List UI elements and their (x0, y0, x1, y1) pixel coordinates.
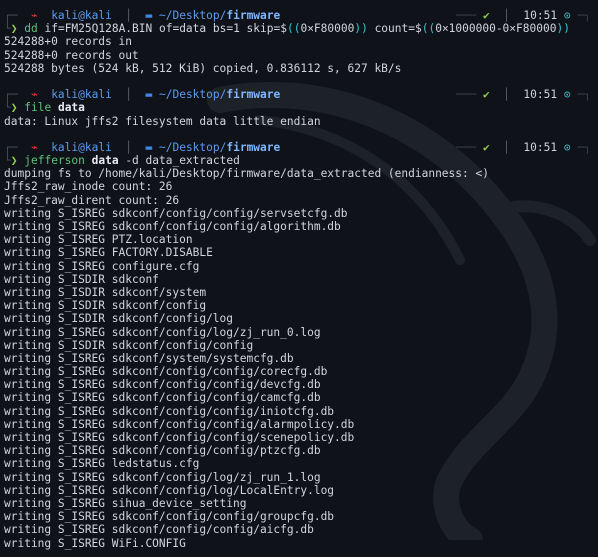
output-line: data: Linux jffs2 filesystem data little… (4, 114, 321, 128)
command-arg: 0×1000000-0×F80000 (435, 22, 557, 36)
prompt-path-current: firmware (226, 9, 281, 22)
status-check-icon: ✔ (482, 140, 490, 154)
command-arg: data (57, 101, 85, 115)
output-line: writing S_ISREG sdkconf/config/log/zj_ru… (4, 470, 321, 484)
terminal-output: ┌─ ⌁ kali@kali │ ▬ ~/Desktop/firmware ───… (4, 9, 598, 550)
prompt-time: 10:51 (523, 9, 558, 22)
prompt-fill: ─── (456, 9, 483, 22)
output-line: writing S_ISREG sdkconf/config/config/ca… (4, 391, 321, 405)
prompt-user: kali@kali (51, 140, 112, 154)
output-line: writing S_ISREG WiFi.CONFIG (4, 536, 186, 550)
kali-logo-icon: ⌁ (30, 9, 38, 22)
command-arg: )) (556, 22, 570, 36)
prompt-arrow-icon: ❯ (10, 154, 18, 168)
prompt-corner: ┌─ (4, 9, 31, 22)
output-line: writing S_ISREG sdkconf/config/config/co… (4, 365, 328, 379)
prompt-time: 10:51 (523, 140, 558, 154)
command-name: dd (24, 22, 38, 36)
output-line: writing S_ISREG sdkconf/config/config/de… (4, 378, 321, 392)
prompt-path-prefix: ~/Desktop/ (159, 140, 227, 154)
output-line: Jffs2_raw_inode count: 26 (4, 180, 173, 194)
output-line: writing S_ISREG PTZ.location (4, 233, 193, 247)
command-arg: (( (286, 22, 301, 36)
output-line: writing S_ISREG sdkconf/config/config/sc… (4, 431, 355, 444)
command-name: jefferson (24, 154, 85, 168)
command-arg: count=$ (367, 22, 422, 36)
output-line: 524288+0 records out (4, 48, 139, 62)
output-line: writing S_ISDIR sdkconf/config/config (4, 338, 254, 352)
prompt-bar: ┌─ ⌁ kali@kali │ ▬ ~/Desktop/firmware ───… (4, 141, 598, 154)
output-line: writing S_ISREG sdkconf/system/systemcfg… (4, 351, 294, 365)
command-line: └❯ jefferson data -d data_extracted (4, 154, 240, 168)
output-line: writing S_ISDIR sdkconf/system (4, 285, 207, 299)
command-arg: if= (37, 22, 65, 36)
command-arg (85, 154, 92, 167)
status-check-icon: ✔ (482, 9, 490, 22)
output-line: writing S_ISREG sdkconf/config/config/in… (4, 404, 335, 418)
output-line: writing S_ISREG sdkconf/config/log/zj_ru… (4, 325, 321, 339)
prompt-fill: ─── (456, 140, 483, 154)
prompt-bar: ┌─ ⌁ kali@kali │ ▬ ~/Desktop/firmware ───… (4, 88, 598, 101)
status-check-icon: ✔ (482, 88, 490, 102)
prompt-user: kali@kali (51, 88, 112, 102)
prompt-separator: │ (111, 140, 146, 154)
prompt-status: ─── ✔ │ 10:51 ⊙ ─┐ (456, 88, 591, 102)
output-line: writing S_ISDIR sdkconf/config/log (4, 312, 234, 326)
command-arg: data (91, 154, 119, 168)
prompt-separator: │ (111, 88, 146, 102)
prompt-separator: │ (111, 9, 146, 22)
output-line: writing S_ISREG sdkconf/config/config/se… (4, 206, 348, 220)
clock-icon: ⊙ (563, 140, 571, 154)
command-arg: 0×F80000 (300, 22, 355, 36)
output-line: 524288 bytes (524 kB, 512 KiB) copied, 0… (4, 61, 402, 75)
prompt-fill: ─── (456, 88, 483, 102)
command-arg: FM25Q128A.BIN (64, 22, 153, 36)
prompt-path-current: firmware (226, 140, 281, 154)
output-line: writing S_ISDIR sdkconf (4, 272, 159, 286)
prompt-corner: ┌─ (4, 140, 31, 154)
command-line: └❯ dd if=FM25Q128A.BIN of=data bs=1 skip… (4, 22, 570, 36)
output-line: writing S_ISREG ledstatus.cfg (4, 457, 200, 471)
output-line: writing S_ISREG sdkconf/config/config/ai… (4, 523, 314, 537)
command-arg: (( (421, 22, 436, 36)
prompt-arrow-icon: ❯ (10, 101, 18, 115)
command-name: file (24, 101, 52, 115)
output-line: writing S_ISREG configure.cfg (4, 259, 200, 273)
kali-logo-icon: ⌁ (30, 140, 38, 154)
clock-icon: ⊙ (563, 9, 571, 22)
command-arg: -d data_extracted (118, 154, 240, 168)
output-line: dumping fs to /home/kali/Desktop/firmwar… (4, 167, 489, 181)
prompt-time: 10:51 (523, 88, 558, 102)
output-line: writing S_ISREG sihua_device_setting (4, 496, 247, 510)
clock-icon: ⊙ (563, 88, 571, 102)
prompt-bar: ┌─ ⌁ kali@kali │ ▬ ~/Desktop/firmware ───… (4, 9, 598, 22)
terminal-window[interactable]: ┌─ ⌁ kali@kali │ ▬ ~/Desktop/firmware ───… (0, 0, 598, 557)
command-arg: )) (354, 22, 368, 36)
prompt-path-current: firmware (226, 88, 281, 102)
output-line: writing S_ISREG sdkconf/config/log/Local… (4, 483, 335, 497)
output-line: Jffs2_raw_dirent count: 26 (4, 193, 180, 207)
prompt-status: ─── ✔ │ 10:51 ⊙ ─┐ (456, 9, 591, 22)
output-line: writing S_ISDIR sdkconf/config (4, 299, 207, 313)
output-line: writing S_ISREG sdkconf/config/config/al… (4, 220, 341, 233)
output-line: writing S_ISREG sdkconf/config/config/al… (4, 417, 355, 431)
prompt-arrow-icon: ❯ (10, 22, 18, 36)
prompt-user: kali@kali (51, 9, 112, 22)
output-line: writing S_ISREG sdkconf/config/config/gr… (4, 510, 335, 524)
output-line: writing S_ISREG sdkconf/config/config/pt… (4, 444, 321, 458)
prompt-status: ─── ✔ │ 10:51 ⊙ ─┐ (456, 140, 591, 154)
prompt-path-prefix: ~/Desktop/ (159, 9, 227, 22)
command-line: └❯ file data (4, 101, 85, 115)
prompt-path-prefix: ~/Desktop/ (159, 88, 227, 102)
output-line: 524288+0 records in (4, 35, 132, 49)
command-arg (51, 101, 58, 114)
prompt-corner: ┌─ (4, 88, 31, 102)
command-arg: of=data bs=1 skip=$ (152, 22, 287, 36)
output-line: writing S_ISREG FACTORY.DISABLE (4, 246, 213, 260)
kali-logo-icon: ⌁ (30, 88, 38, 102)
